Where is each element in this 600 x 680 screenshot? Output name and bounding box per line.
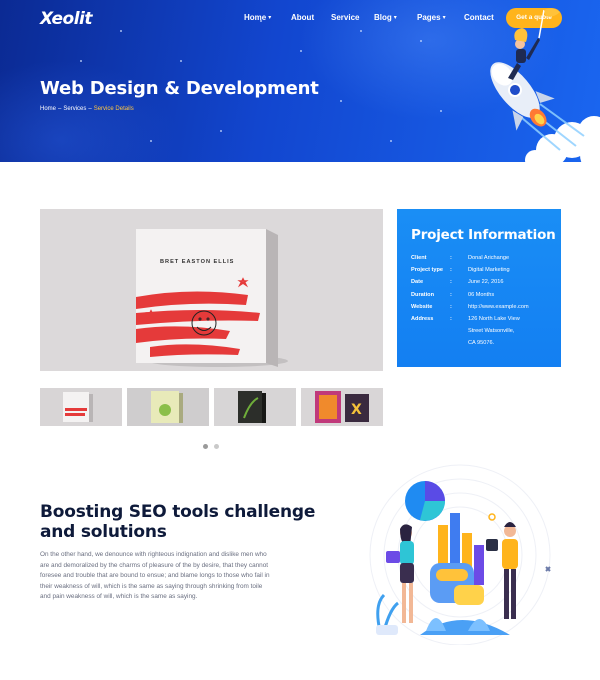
info-row-client: Client : Donal Arichange (411, 255, 551, 267)
nav-item-about[interactable]: About (291, 13, 314, 22)
info-key: Address (411, 315, 434, 322)
hero-banner: Xeolit Home ▾ About Service Blog ▾ Pages ▾ … (0, 0, 600, 162)
info-key: Date (411, 279, 424, 286)
nav-item-pages[interactable]: Pages ▾ (417, 13, 446, 22)
info-colon: : (450, 279, 452, 286)
book-mockup-image: BRET EASTON ELLIS (40, 209, 383, 371)
info-value: 126 North Lake View (468, 315, 520, 322)
info-key: Website (411, 303, 433, 310)
info-colon: : (450, 303, 452, 310)
info-key: Duration (411, 291, 434, 298)
seo-body-line: their weakness of will, which is the sam… (40, 582, 263, 590)
seo-body-line: are and demoralized by the charms of ple… (40, 561, 269, 569)
chevron-down-icon: ▾ (268, 15, 272, 21)
star-dot (340, 100, 342, 102)
star-dot (120, 30, 122, 32)
info-key: Project type (411, 267, 444, 274)
nav-item-label: Home (244, 13, 267, 22)
breadcrumb-separator: – (88, 106, 92, 112)
star-dot (360, 30, 362, 32)
star-dot (300, 50, 302, 52)
info-value: 06 Months (468, 291, 495, 298)
info-colon: : (450, 267, 452, 274)
info-colon: : (450, 255, 452, 261)
info-row-duration: Duration : 06 Months (411, 292, 551, 304)
info-row-project-type: Project type : Digital Marketing (411, 267, 551, 279)
rocket-illustration (490, 8, 600, 162)
seo-title-line: and solutions (40, 522, 167, 542)
nav-item-label: Pages (417, 13, 441, 22)
gallery-thumbnail[interactable]: X (301, 388, 383, 426)
info-value: CA 95076. (468, 340, 495, 347)
seo-body-line: foresee and trouble that are bound to en… (40, 572, 270, 580)
gallery-thumbnail[interactable] (127, 388, 209, 426)
info-value: Street Watsonville, (468, 328, 515, 335)
seo-section-body: On the other hand, we denounce with righ… (40, 550, 302, 603)
gallery-thumbnail[interactable] (214, 388, 296, 426)
breadcrumb-link-home[interactable]: Home (40, 106, 56, 112)
info-row-address: Address : 126 North Lake View (411, 316, 551, 328)
seo-section-title: Boosting SEO tools challenge and solutio… (40, 502, 340, 542)
star-dot (150, 140, 152, 142)
book-author-text: BRET EASTON ELLIS (160, 259, 234, 265)
gallery-thumbnails: X (40, 388, 383, 426)
project-info-list: Client : Donal Arichange Project type : … (411, 255, 551, 353)
slider-dot[interactable] (214, 444, 219, 449)
star-dot (220, 130, 222, 132)
info-key: Client (411, 255, 427, 261)
breadcrumb-link-services[interactable]: Services (63, 106, 86, 112)
star-dot (390, 140, 392, 142)
seo-title-line: Boosting SEO tools challenge (40, 502, 316, 522)
star-dot (80, 60, 82, 62)
star-dot (420, 40, 422, 42)
breadcrumb-separator: – (58, 106, 62, 112)
website-link[interactable]: http://www.example.com (468, 304, 529, 310)
nav-item-blog[interactable]: Blog ▾ (374, 13, 397, 22)
breadcrumb: Home – Services – Service Details (40, 106, 134, 112)
info-colon: : (450, 291, 452, 298)
project-main-image: BRET EASTON ELLIS (40, 209, 383, 371)
nav-item-label: About (291, 13, 315, 22)
slider-dot-active[interactable] (203, 444, 208, 449)
seo-body-line: and pain weakness of will, which is the … (40, 593, 198, 601)
page-title: Web Design & Development (40, 78, 319, 99)
site-logo[interactable]: Xeolit (40, 9, 93, 29)
chevron-down-icon: ▾ (393, 15, 397, 21)
info-value: Digital Marketing (468, 267, 510, 274)
star-dot (180, 60, 182, 62)
gallery-thumbnail[interactable] (40, 388, 122, 426)
info-row-website: Website : http://www.example.com (411, 304, 551, 316)
seo-body-line: On the other hand, we denounce with righ… (40, 551, 267, 558)
nav-item-service[interactable]: Service (331, 13, 359, 22)
project-info-card: Project Information Client : Donal Arich… (397, 209, 561, 367)
info-value: Donal Arichange (468, 255, 510, 261)
breadcrumb-current: Service Details (93, 106, 134, 112)
nav-item-home[interactable]: Home ▾ (244, 13, 271, 22)
project-info-title: Project Information (411, 227, 556, 243)
info-row-date: Date : June 22, 2016 (411, 279, 551, 291)
info-row-address-cont: CA 95076. (411, 340, 551, 352)
svg-text:X: X (351, 402, 362, 418)
info-row-address-cont: Street Watsonville, (411, 328, 551, 340)
chevron-down-icon: ▾ (442, 15, 446, 21)
info-value: June 22, 2016 (468, 279, 504, 286)
nav-item-label: Blog (374, 13, 392, 22)
star-dot (440, 110, 442, 112)
seo-team-illustration (369, 464, 551, 645)
nav-item-label: Service (331, 13, 360, 22)
info-colon: : (450, 315, 452, 322)
